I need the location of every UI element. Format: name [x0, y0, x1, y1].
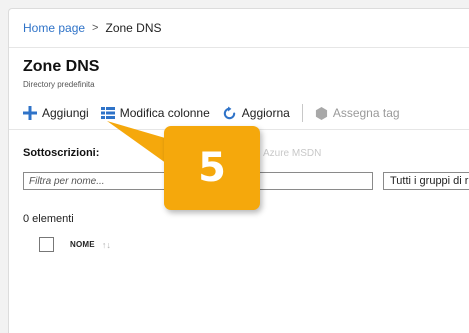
step-number-badge: 5 — [164, 126, 260, 210]
